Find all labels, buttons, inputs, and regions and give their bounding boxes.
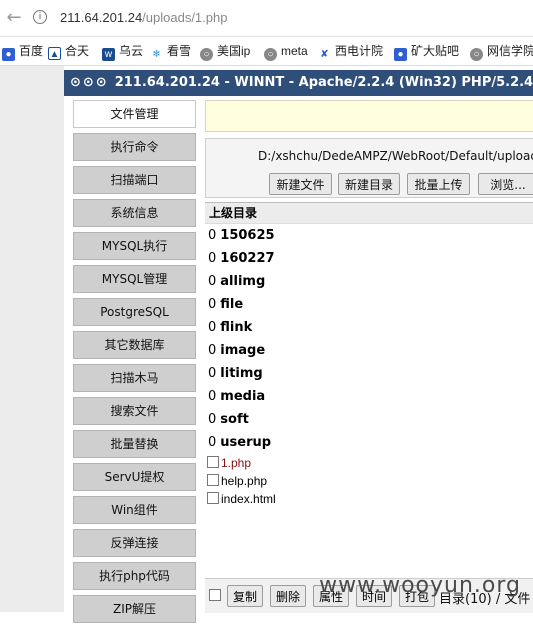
xidian-icon: ✘ [320, 49, 329, 60]
globe-icon: ○ [200, 48, 213, 61]
batch-upload-button[interactable]: 批量上传 [407, 173, 470, 195]
list-item[interactable]: 0 file [205, 293, 533, 316]
list-item[interactable]: 0 userup [205, 431, 533, 454]
side-menu: 文件管理 执行命令 扫描端口 系统信息 MYSQL执行 MYSQL管理 Post… [73, 100, 196, 628]
list-item[interactable]: 0 150625 [205, 224, 533, 247]
menu-batch-replace[interactable]: 批量替换 [73, 430, 196, 458]
snowflake-icon: ❄ [152, 49, 161, 60]
url-path: /uploads/1.php [142, 10, 228, 25]
menu-other-db[interactable]: 其它数据库 [73, 331, 196, 359]
menu-trojan-scan[interactable]: 扫描木马 [73, 364, 196, 392]
file-checkbox[interactable] [207, 456, 219, 468]
list-item[interactable]: 0 image [205, 339, 533, 362]
menu-system-info[interactable]: 系统信息 [73, 199, 196, 227]
file-list: 上级目录 0 150625 0 160227 0 allimg 0 file 0 flin… [205, 202, 533, 508]
menu-win-components[interactable]: Win组件 [73, 496, 196, 524]
list-item[interactable]: 0 160227 [205, 247, 533, 270]
menu-exec-php[interactable]: 执行php代码 [73, 562, 196, 590]
delete-button[interactable]: 删除 [270, 585, 307, 607]
bookmark-meta[interactable]: ○ meta [264, 43, 308, 61]
file-link[interactable]: index.html [221, 492, 276, 506]
menu-postgresql[interactable]: PostgreSQL [73, 298, 196, 326]
bookmarks-bar: ● 百度 ▲ 合天 w 乌云 ❄ 看雪 ○ 美国ip ○ meta ✘ 西电计院 ● 矿大贴吧 … [0, 37, 533, 66]
path-input[interactable]: D:/xshchu/DedeAMPZ/WebRoot/Default/uploa… [258, 149, 533, 163]
bookmark-kanxue[interactable]: ❄ 看雪 [150, 43, 191, 60]
list-item[interactable]: 0 allimg [205, 270, 533, 293]
new-dir-button[interactable]: 新建目录 [338, 173, 400, 195]
back-arrow-icon[interactable]: ← [4, 8, 24, 28]
menu-mysql-manage[interactable]: MYSQL管理 [73, 265, 196, 293]
globe-icon: ○ [470, 48, 483, 61]
file-row: index.html [205, 490, 533, 508]
file-row: help.php [205, 472, 533, 490]
page-left-margin [0, 66, 64, 612]
bookmark-wooyun[interactable]: w 乌云 [102, 43, 143, 61]
file-checkbox[interactable] [207, 492, 219, 504]
menu-exec-command[interactable]: 执行命令 [73, 133, 196, 161]
window-dots-icon: ⊙⊙⊙ [70, 75, 109, 90]
list-item[interactable]: 0 media [205, 385, 533, 408]
list-item[interactable]: 0 soft [205, 408, 533, 431]
file-checkbox[interactable] [207, 474, 219, 486]
bookmark-wangxin[interactable]: ○ 网信学院 [470, 43, 533, 61]
menu-zip-extract[interactable]: ZIP解压 [73, 595, 196, 623]
info-icon[interactable]: i [33, 10, 47, 24]
watermark: www.wooyun.org [319, 573, 521, 598]
menu-port-scan[interactable]: 扫描端口 [73, 166, 196, 194]
bookmark-us-ip[interactable]: ○ 美国ip [200, 43, 250, 61]
bookmark-hetian[interactable]: ▲ 合天 [48, 43, 89, 60]
new-file-button[interactable]: 新建文件 [269, 173, 332, 195]
list-item[interactable]: 0 flink [205, 316, 533, 339]
address-bar: ← i 211.64.201.24/uploads/1.php [0, 0, 533, 37]
copy-button[interactable]: 复制 [227, 585, 264, 607]
bookmark-baidu[interactable]: ● 百度 [2, 43, 43, 61]
page-title: ⊙⊙⊙ 211.64.201.24 - WINNT - Apache/2.2.4 … [64, 70, 533, 96]
path-toolbar: D:/xshchu/DedeAMPZ/WebRoot/Default/uploa… [205, 138, 533, 198]
shield-icon: ▲ [48, 47, 61, 60]
webshell-page: ⊙⊙⊙ 211.64.201.24 - WINNT - Apache/2.2.4 … [64, 66, 533, 623]
menu-search-files[interactable]: 搜索文件 [73, 397, 196, 425]
file-row: 1.php [205, 454, 533, 472]
bookmark-kuangda[interactable]: ● 矿大贴吧 [394, 43, 459, 61]
baidu-icon: ● [2, 48, 15, 61]
browse-button[interactable]: 浏览... [478, 173, 533, 195]
globe-icon: ○ [264, 48, 277, 61]
bookmark-xidian[interactable]: ✘ 西电计院 [318, 43, 383, 60]
baidu-icon: ● [394, 48, 407, 61]
menu-reverse-connect[interactable]: 反弹连接 [73, 529, 196, 557]
url-field[interactable]: 211.64.201.24/uploads/1.php [60, 10, 227, 25]
wooyun-icon: w [102, 48, 115, 61]
menu-file-manager[interactable]: 文件管理 [73, 100, 196, 128]
list-item[interactable]: 0 litimg [205, 362, 533, 385]
file-link[interactable]: 1.php [221, 456, 251, 470]
file-link[interactable]: help.php [221, 474, 267, 488]
parent-dir-link[interactable]: 上级目录 [205, 202, 533, 224]
url-host: 211.64.201.24 [60, 10, 143, 25]
message-bar [205, 100, 533, 132]
menu-servu-privesc[interactable]: ServU提权 [73, 463, 196, 491]
select-all-checkbox[interactable] [209, 589, 221, 601]
file-manager-panel: D:/xshchu/DedeAMPZ/WebRoot/Default/uploa… [205, 100, 533, 613]
menu-mysql-exec[interactable]: MYSQL执行 [73, 232, 196, 260]
